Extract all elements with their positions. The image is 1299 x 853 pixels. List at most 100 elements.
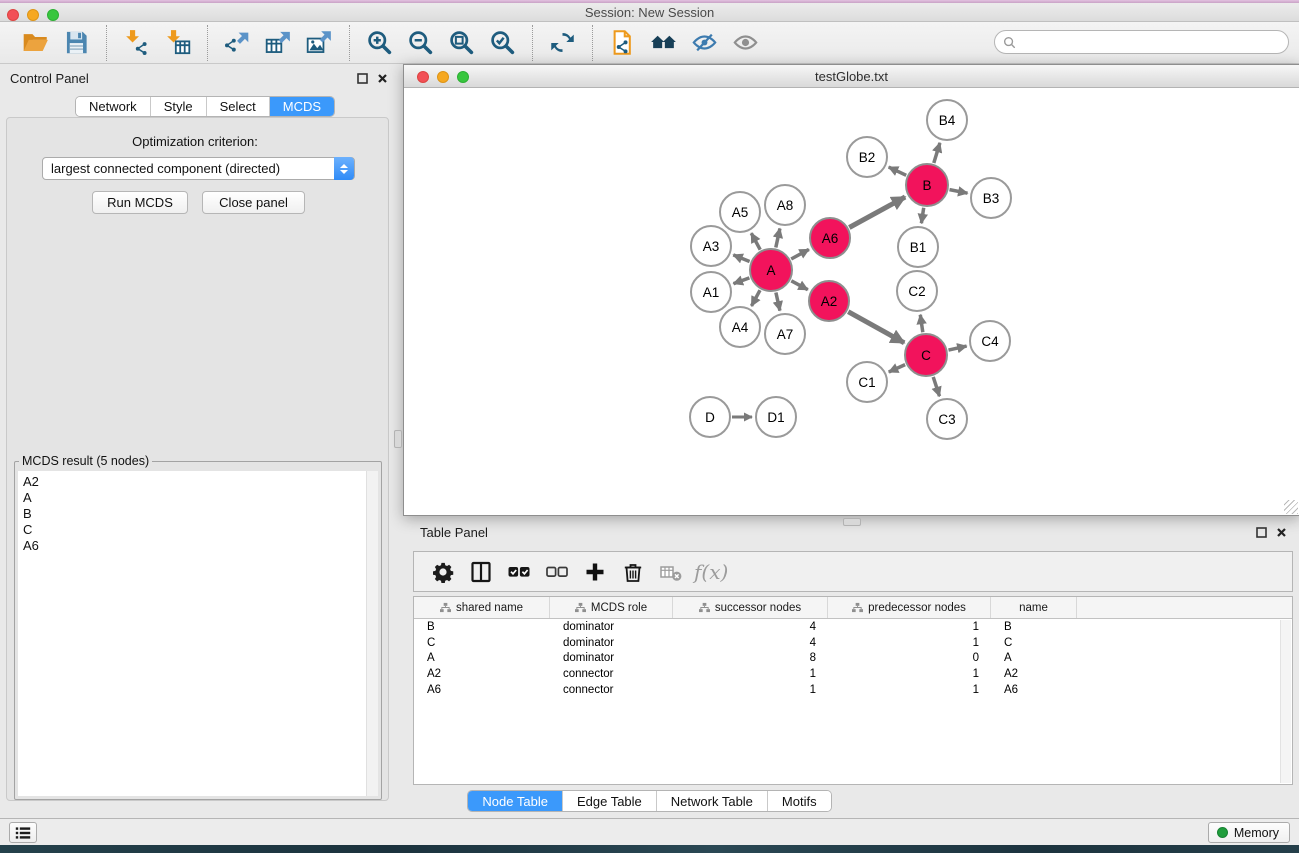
task-history-button[interactable]	[9, 822, 37, 843]
column-header-successor-nodes[interactable]: successor nodes	[673, 597, 828, 618]
mcds-result-item[interactable]: A6	[18, 538, 378, 554]
graph-edge[interactable]	[751, 233, 760, 250]
column-header-MCDS-role[interactable]: MCDS role	[550, 597, 673, 618]
table-cell[interactable]: dominator	[550, 621, 673, 633]
resize-grip-icon[interactable]	[1284, 500, 1298, 514]
gear-icon[interactable]	[424, 554, 462, 590]
graph-edge[interactable]	[934, 143, 940, 163]
table-cell[interactable]: 1	[828, 684, 991, 696]
graph-edge[interactable]	[949, 346, 967, 350]
graph-edge[interactable]	[734, 278, 750, 284]
table-cell[interactable]: dominator	[550, 652, 673, 664]
table-cell[interactable]: A	[414, 652, 550, 664]
tab-motifs[interactable]: Motifs	[767, 791, 831, 811]
graph-edge[interactable]	[733, 255, 749, 262]
graph-edge[interactable]	[776, 293, 780, 311]
refresh-layout-icon[interactable]	[542, 25, 583, 61]
table-cell[interactable]: 1	[673, 684, 828, 696]
export-network-icon[interactable]	[217, 25, 258, 61]
graph-edge[interactable]	[848, 312, 904, 343]
mcds-result-item[interactable]: C	[18, 522, 378, 538]
graph-node-C4[interactable]: C4	[969, 320, 1011, 362]
table-cell[interactable]: 0	[828, 652, 991, 664]
zoom-in-icon[interactable]	[359, 25, 400, 61]
deselect-all-icon[interactable]	[538, 554, 576, 590]
graph-node-C3[interactable]: C3	[926, 398, 968, 440]
table-row[interactable]: Bdominator41B	[414, 619, 1292, 635]
graph-node-A2[interactable]: A2	[808, 280, 850, 322]
graph-node-C2[interactable]: C2	[896, 270, 938, 312]
run-mcds-button[interactable]: Run MCDS	[92, 191, 188, 214]
table-cell[interactable]: A6	[991, 684, 1077, 696]
tab-node-table[interactable]: Node Table	[468, 791, 562, 811]
table-cell[interactable]: C	[991, 637, 1077, 649]
columns-icon[interactable]	[462, 554, 500, 590]
table-cell[interactable]: 8	[673, 652, 828, 664]
graph-node-A6[interactable]: A6	[809, 217, 851, 259]
table-cell[interactable]: B	[414, 621, 550, 633]
zoom-selected-icon[interactable]	[482, 25, 523, 61]
criterion-dropdown[interactable]: largest connected component (directed)	[42, 157, 355, 180]
table-cell[interactable]: 1	[828, 668, 991, 680]
graph-node-A[interactable]: A	[749, 248, 793, 292]
new-network-from-selection-icon[interactable]	[602, 25, 643, 61]
graph-node-B4[interactable]: B4	[926, 99, 968, 141]
graph-edge[interactable]	[920, 315, 923, 332]
float-panel-icon[interactable]	[357, 73, 368, 84]
tab-mcds[interactable]: MCDS	[269, 97, 334, 116]
export-image-icon[interactable]	[299, 25, 340, 61]
table-cell[interactable]: A	[991, 652, 1077, 664]
table-cell[interactable]: A2	[414, 668, 550, 680]
table-row[interactable]: Adominator80A	[414, 651, 1292, 667]
column-header-predecessor-nodes[interactable]: predecessor nodes	[828, 597, 991, 618]
table-cell[interactable]: connector	[550, 684, 673, 696]
graph-node-D1[interactable]: D1	[755, 396, 797, 438]
open-session-icon[interactable]	[15, 25, 56, 61]
table-scrollbar[interactable]	[1280, 620, 1291, 783]
graph-node-A3[interactable]: A3	[690, 225, 732, 267]
graph-node-A4[interactable]: A4	[719, 306, 761, 348]
add-icon[interactable]	[576, 554, 614, 590]
table-cell[interactable]: 1	[673, 668, 828, 680]
table-cell[interactable]: connector	[550, 668, 673, 680]
close-panel-icon[interactable]	[377, 73, 388, 84]
table-cell[interactable]: 1	[828, 637, 991, 649]
list-scrollbar[interactable]	[366, 471, 378, 796]
tab-edge-table[interactable]: Edge Table	[562, 791, 656, 811]
graph-node-D[interactable]: D	[689, 396, 731, 438]
graph-node-A7[interactable]: A7	[764, 313, 806, 355]
graph-node-C1[interactable]: C1	[846, 361, 888, 403]
graph-edge[interactable]	[791, 249, 809, 259]
horizontal-splitter-handle[interactable]	[843, 518, 861, 526]
close-table-panel-icon[interactable]	[1276, 527, 1287, 538]
close-panel-button[interactable]: Close panel	[202, 191, 305, 214]
mcds-result-item[interactable]: B	[18, 506, 378, 522]
graph-edge[interactable]	[933, 377, 939, 396]
graph-node-B[interactable]: B	[905, 163, 949, 207]
mcds-result-item[interactable]: A	[18, 490, 378, 506]
table-cell[interactable]: 4	[673, 621, 828, 633]
column-header-shared-name[interactable]: shared name	[414, 597, 550, 618]
import-network-icon[interactable]	[116, 25, 157, 61]
table-cell[interactable]: B	[991, 621, 1077, 633]
mcds-result-item[interactable]: A2	[18, 474, 378, 490]
graph-edge[interactable]	[752, 290, 761, 306]
table-cell[interactable]: 1	[828, 621, 991, 633]
home-view-icon[interactable]	[643, 25, 684, 61]
save-session-icon[interactable]	[56, 25, 97, 61]
zoom-fit-icon[interactable]	[441, 25, 482, 61]
graph-node-C[interactable]: C	[904, 333, 948, 377]
tab-network-table[interactable]: Network Table	[656, 791, 767, 811]
graph-node-A8[interactable]: A8	[764, 184, 806, 226]
table-cell[interactable]: C	[414, 637, 550, 649]
memory-button[interactable]: Memory	[1208, 822, 1290, 843]
tab-select[interactable]: Select	[206, 97, 269, 116]
graph-edge[interactable]	[776, 229, 780, 248]
graph-node-A1[interactable]: A1	[690, 271, 732, 313]
graph-edge[interactable]	[791, 281, 808, 290]
tab-style[interactable]: Style	[150, 97, 206, 116]
delete-icon[interactable]	[614, 554, 652, 590]
show-graphics-details-icon[interactable]	[725, 25, 766, 61]
table-row[interactable]: Cdominator41C	[414, 635, 1292, 651]
graph-edge[interactable]	[950, 190, 968, 194]
